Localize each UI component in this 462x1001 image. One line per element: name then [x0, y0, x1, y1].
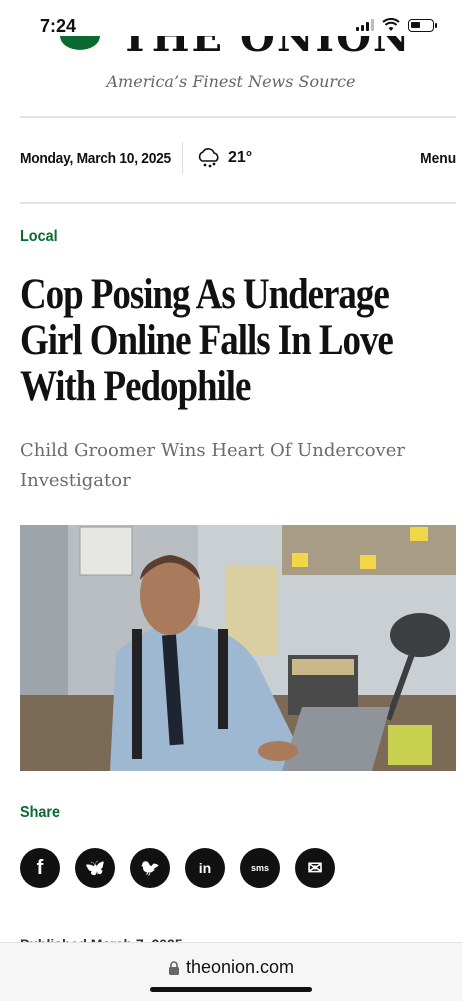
- twitter-share-button[interactable]: 🐦: [130, 848, 170, 888]
- info-bar: Monday, March 10, 2025 21° Menu: [20, 140, 456, 180]
- article-photo: [20, 525, 456, 771]
- weather: 21°: [196, 148, 252, 168]
- email-icon: ✉: [307, 857, 323, 878]
- divider: [20, 202, 456, 204]
- article-category[interactable]: Local: [20, 228, 58, 246]
- article-subheadline: Child Groomer Wins Heart Of Undercover I…: [20, 440, 405, 491]
- share-buttons: f 🦋 🐦 in sms ✉: [20, 848, 335, 888]
- browser-url-bar[interactable]: theonion.com: [0, 942, 462, 1001]
- url-display[interactable]: theonion.com: [0, 957, 462, 978]
- cellular-signal-icon: [356, 19, 374, 31]
- email-share-button[interactable]: ✉: [295, 848, 335, 888]
- bluesky-icon: 🦋: [85, 860, 105, 877]
- facebook-share-button[interactable]: f: [20, 848, 60, 888]
- divider: [20, 116, 456, 118]
- current-date: Monday, March 10, 2025: [20, 150, 171, 167]
- lock-icon: [168, 960, 179, 975]
- facebook-icon: f: [36, 856, 44, 879]
- sms-icon: sms: [250, 863, 269, 873]
- battery-icon: [408, 18, 437, 32]
- linkedin-icon: in: [198, 860, 212, 876]
- menu-button[interactable]: Menu: [420, 150, 456, 167]
- share-label: Share: [20, 804, 61, 821]
- article-headline: Cop Posing As Underage Girl Online Falls…: [20, 271, 394, 410]
- divider: [182, 142, 183, 174]
- status-time: 7:24: [40, 16, 77, 36]
- url-text: theonion.com: [185, 957, 295, 977]
- sms-share-button[interactable]: sms: [240, 848, 280, 888]
- site-tagline: America’s Finest News Source: [106, 72, 356, 91]
- site-logo[interactable]: THE ONION: [60, 36, 420, 58]
- wifi-icon: [382, 18, 400, 31]
- temperature: 21°: [228, 149, 253, 166]
- linkedin-share-button[interactable]: in: [185, 848, 225, 888]
- snow-cloud-icon: [198, 148, 219, 168]
- bluesky-share-button[interactable]: 🦋: [75, 848, 115, 888]
- status-icons: [356, 18, 437, 32]
- twitter-icon: 🐦: [140, 860, 160, 877]
- home-indicator[interactable]: [150, 987, 312, 992]
